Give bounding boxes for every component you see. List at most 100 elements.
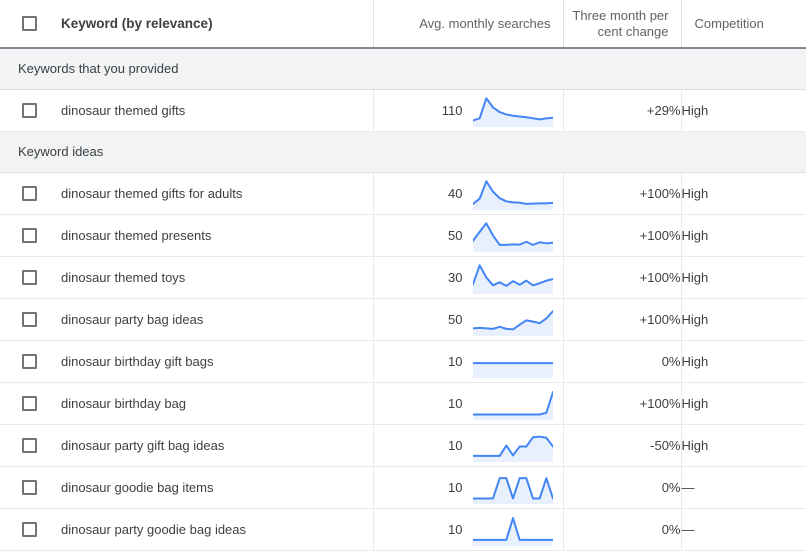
cell-keyword: dinosaur themed presents (0, 214, 374, 257)
cell-three-month-change: 0% (563, 508, 682, 551)
table-row[interactable]: dinosaur party goodie bag ideas 10 0% — (0, 508, 806, 551)
cell-avg-monthly-searches: 50 (373, 214, 564, 257)
table-row[interactable]: dinosaur themed presents 50 +100% High (0, 214, 806, 257)
header-row: Keyword (by relevance) Avg. monthly sear… (0, 0, 806, 49)
sparkline-chart (472, 428, 553, 462)
avg-monthly-searches-value: 10 (448, 353, 463, 369)
sparkline-chart (472, 344, 553, 378)
keyword-text: dinosaur goodie bag items (61, 479, 214, 495)
row-checkbox[interactable] (22, 437, 37, 453)
avg-monthly-searches-value: 10 (448, 479, 463, 495)
avg-monthly-searches-value: 10 (448, 521, 463, 537)
sparkline-chart (472, 93, 553, 127)
cell-avg-monthly-searches: 10 (373, 508, 564, 551)
sparkline-chart (472, 176, 553, 210)
cell-competition: — (681, 508, 806, 551)
cell-keyword: dinosaur themed gifts (0, 89, 374, 132)
table-row[interactable]: dinosaur goodie bag items 10 0% — (0, 466, 806, 509)
table-row[interactable]: dinosaur party bag ideas 50 +100% High (0, 298, 806, 341)
header-cell-competition[interactable]: Competition (681, 0, 806, 49)
table-row[interactable]: dinosaur themed gifts for adults 40 +100% H… (0, 172, 806, 215)
cell-keyword: dinosaur goodie bag items (0, 466, 374, 509)
cell-three-month-change: +100% (563, 256, 682, 299)
cell-three-month-change: +100% (563, 382, 682, 425)
table-row[interactable]: dinosaur birthday bag 10 +100% High (0, 382, 806, 425)
avg-monthly-searches-value: 50 (448, 311, 463, 327)
row-checkbox[interactable] (22, 521, 37, 537)
cell-avg-monthly-searches: 10 (373, 466, 564, 509)
keyword-text: dinosaur birthday bag (61, 395, 187, 411)
header-label-avg-monthly-searches: Avg. monthly searches (419, 15, 551, 31)
cell-keyword: dinosaur themed gifts for adults (0, 172, 374, 215)
row-checkbox[interactable] (22, 269, 37, 285)
keyword-text: dinosaur party goodie bag ideas (61, 521, 247, 537)
header-label-three-month-change-line2: cent change (597, 23, 669, 39)
avg-monthly-searches-value: 10 (448, 395, 463, 411)
header-label-three-month-change-line1: Three month per (572, 7, 669, 23)
row-checkbox[interactable] (22, 311, 37, 327)
cell-avg-monthly-searches: 10 (373, 340, 564, 383)
sparkline-chart (472, 470, 553, 504)
cell-competition: High (681, 340, 806, 383)
table-header: Keyword (by relevance) Avg. monthly sear… (0, 0, 806, 49)
cell-avg-monthly-searches: 50 (373, 298, 564, 341)
table-row[interactable]: dinosaur themed gifts 110 +29% High (0, 89, 806, 132)
keyword-text: dinosaur birthday gift bags (61, 353, 214, 369)
cell-competition: High (681, 172, 806, 215)
avg-monthly-searches-value: 30 (448, 269, 463, 285)
header-cell-keyword: Keyword (by relevance) (0, 0, 374, 49)
cell-keyword: dinosaur birthday bag (0, 382, 374, 425)
cell-competition: High (681, 424, 806, 467)
group-header-row: Keywords that you provided (0, 47, 806, 90)
cell-avg-monthly-searches: 10 (373, 424, 564, 467)
group-title: Keyword ideas (0, 130, 806, 173)
cell-competition: High (681, 256, 806, 299)
cell-three-month-change: 0% (563, 466, 682, 509)
table-body: Keywords that you provided dinosaur theme… (0, 47, 806, 551)
cell-competition: High (681, 382, 806, 425)
table-row[interactable]: dinosaur party gift bag ideas 10 -50% High (0, 424, 806, 467)
keyword-text: dinosaur themed toys (61, 269, 186, 285)
row-checkbox[interactable] (22, 395, 37, 411)
keyword-text: dinosaur party gift bag ideas (61, 437, 225, 453)
header-cell-three-month-change[interactable]: Three month per cent change (563, 0, 682, 49)
sparkline-chart (472, 218, 553, 252)
header-label-keyword: Keyword (by relevance) (61, 16, 213, 31)
sparkline-chart (472, 512, 553, 546)
cell-three-month-change: +100% (563, 172, 682, 215)
cell-three-month-change: 0% (563, 340, 682, 383)
cell-avg-monthly-searches: 10 (373, 382, 564, 425)
sparkline-chart (472, 302, 553, 336)
group-header-row: Keyword ideas (0, 130, 806, 173)
cell-three-month-change: +100% (563, 298, 682, 341)
keyword-planner-table: Keyword (by relevance) Avg. monthly sear… (0, 0, 806, 551)
row-checkbox[interactable] (22, 353, 37, 369)
header-cell-avg-monthly-searches[interactable]: Avg. monthly searches (373, 0, 564, 49)
select-all-checkbox[interactable] (22, 16, 37, 31)
cell-avg-monthly-searches: 30 (373, 256, 564, 299)
cell-competition: High (681, 214, 806, 257)
avg-monthly-searches-value: 40 (448, 185, 463, 201)
keyword-text: dinosaur themed gifts for adults (61, 185, 243, 201)
cell-competition: High (681, 89, 806, 132)
cell-three-month-change: +100% (563, 214, 682, 257)
row-checkbox[interactable] (22, 227, 37, 243)
cell-avg-monthly-searches: 40 (373, 172, 564, 215)
header-label-competition: Competition (694, 16, 764, 31)
row-checkbox[interactable] (22, 102, 37, 118)
cell-competition: — (681, 466, 806, 509)
row-checkbox[interactable] (22, 185, 37, 201)
cell-three-month-change: -50% (563, 424, 682, 467)
cell-keyword: dinosaur party gift bag ideas (0, 424, 374, 467)
avg-monthly-searches-value: 110 (441, 102, 463, 118)
cell-avg-monthly-searches: 110 (373, 89, 564, 132)
sparkline-chart (472, 260, 553, 294)
table-row[interactable]: dinosaur birthday gift bags 10 0% High (0, 340, 806, 383)
cell-keyword: dinosaur party goodie bag ideas (0, 508, 374, 551)
keyword-text: dinosaur party bag ideas (61, 311, 204, 327)
avg-monthly-searches-value: 50 (448, 227, 463, 243)
row-checkbox[interactable] (22, 479, 37, 495)
table-row[interactable]: dinosaur themed toys 30 +100% High (0, 256, 806, 299)
cell-keyword: dinosaur party bag ideas (0, 298, 374, 341)
avg-monthly-searches-value: 10 (448, 437, 463, 453)
